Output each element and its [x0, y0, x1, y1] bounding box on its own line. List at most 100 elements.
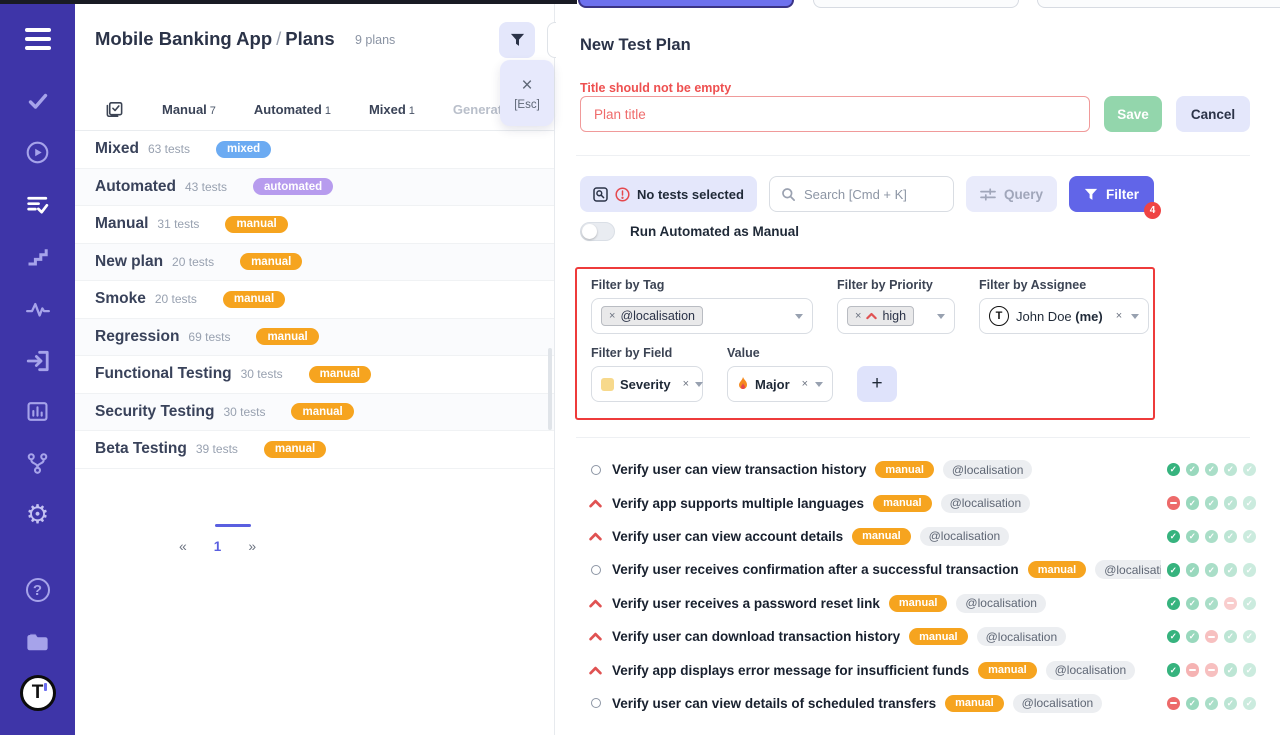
- sidebar-item-settings[interactable]: ⚙: [0, 501, 75, 527]
- run-status-pass: ✓: [1243, 630, 1257, 644]
- test-tag-chip: @localisation: [920, 527, 1010, 546]
- hamburger-icon: [25, 28, 51, 50]
- test-row[interactable]: Verify app supports multiple languages m…: [556, 486, 1280, 519]
- run-status-fail: [1205, 630, 1219, 644]
- test-row[interactable]: Verify user can download transaction his…: [556, 620, 1280, 653]
- help-icon: ?: [26, 578, 50, 602]
- plan-row[interactable]: Regression 69 tests manual: [75, 319, 554, 357]
- plan-row[interactable]: Manual 31 tests manual: [75, 206, 554, 244]
- run-history-dots: ✓✓✓✓: [1167, 687, 1257, 720]
- scrollbar-thumb[interactable]: [548, 348, 552, 430]
- plan-test-count: 20 tests: [172, 255, 214, 269]
- plan-list: Mixed 63 tests mixed Automated 43 tests …: [75, 131, 554, 469]
- filter-tag-select[interactable]: ×@localisation: [591, 298, 813, 334]
- remove-icon[interactable]: ×: [1116, 310, 1122, 322]
- run-status-pass: ✓: [1186, 597, 1200, 611]
- run-history-dots: ✓✓✓✓: [1167, 620, 1257, 653]
- plan-row[interactable]: New plan 20 tests manual: [75, 244, 554, 282]
- test-type-badge: manual: [875, 461, 934, 478]
- top-tab-3[interactable]: [1037, 0, 1280, 8]
- pagination-prev-button[interactable]: «: [179, 538, 187, 554]
- tab-mixed[interactable]: Mixed1: [369, 102, 415, 117]
- filter-button[interactable]: Filter 4: [1069, 176, 1154, 212]
- sidebar-item-runs[interactable]: [0, 140, 75, 165]
- remove-icon[interactable]: ×: [802, 378, 808, 390]
- plan-test-count: 39 tests: [196, 442, 238, 456]
- test-row[interactable]: Verify user can view details of schedule…: [556, 687, 1280, 720]
- plan-row[interactable]: Smoke 20 tests manual: [75, 281, 554, 319]
- sidebar-item-import[interactable]: [0, 348, 75, 374]
- validation-error: Title should not be empty: [580, 81, 731, 95]
- remove-icon[interactable]: ×: [609, 310, 615, 322]
- sidebar-item-test-plans[interactable]: [0, 192, 75, 217]
- filter-value-group: Value Major ×: [727, 346, 833, 402]
- test-row[interactable]: Verify app displays error message for in…: [556, 653, 1280, 686]
- test-row[interactable]: Verify user can view transaction history…: [556, 453, 1280, 486]
- run-automated-toggle[interactable]: [580, 222, 615, 241]
- remove-icon[interactable]: ×: [855, 310, 861, 322]
- plan-row[interactable]: Beta Testing 39 tests manual: [75, 431, 554, 469]
- branch-icon: [25, 451, 50, 476]
- plan-name: Security Testing: [95, 403, 214, 421]
- plan-row[interactable]: Security Testing 30 tests manual: [75, 394, 554, 432]
- search-close-popover[interactable]: × [Esc]: [500, 60, 554, 126]
- pagination-next-button[interactable]: »: [248, 538, 256, 554]
- filter-priority-select[interactable]: × high: [837, 298, 955, 334]
- test-row[interactable]: Verify user receives confirmation after …: [556, 553, 1280, 586]
- sidebar-item-help[interactable]: ?: [0, 578, 75, 602]
- run-status-pass: ✓: [1186, 463, 1200, 477]
- alert-icon: [615, 187, 630, 202]
- sidebar-item-milestones[interactable]: [0, 245, 75, 269]
- value-label: Value: [727, 346, 833, 360]
- add-filter-button[interactable]: +: [857, 366, 897, 402]
- tests-search-input[interactable]: Search [Cmd + K]: [769, 176, 954, 212]
- test-content: Verify user receives confirmation after …: [556, 560, 1161, 579]
- test-row[interactable]: Verify user can view account details man…: [556, 520, 1280, 553]
- plan-type-badge: manual: [240, 253, 302, 270]
- remove-icon[interactable]: ×: [683, 378, 689, 390]
- breadcrumb-project[interactable]: Mobile Banking App: [95, 28, 272, 49]
- run-status-fail: [1186, 663, 1200, 677]
- divider: [576, 437, 1250, 438]
- menu-icon[interactable]: [0, 28, 75, 50]
- plan-type-badge: manual: [223, 291, 285, 308]
- filter-assignee-select[interactable]: T John Doe (me) ×: [979, 298, 1149, 334]
- select-all-icon[interactable]: [105, 100, 124, 119]
- sidebar-item-tests[interactable]: [0, 89, 75, 113]
- folder-icon: [24, 628, 51, 655]
- tab-automated[interactable]: Automated1: [254, 102, 331, 117]
- filter-field-select[interactable]: Severity ×: [591, 366, 703, 402]
- sidebar-item-branches[interactable]: [0, 451, 75, 476]
- test-content: Verify app displays error message for in…: [556, 661, 1135, 680]
- test-title: Verify user can view transaction history: [612, 462, 866, 477]
- no-tests-selected-chip[interactable]: No tests selected: [580, 176, 757, 212]
- filter-value-select[interactable]: Major ×: [727, 366, 833, 402]
- test-content: Verify user receives a password reset li…: [556, 594, 1046, 613]
- close-icon[interactable]: ×: [521, 76, 532, 95]
- top-tab-2[interactable]: [813, 0, 1019, 8]
- run-status-pass: ✓: [1243, 697, 1257, 711]
- plan-title-input[interactable]: [580, 96, 1090, 132]
- sidebar-item-projects[interactable]: [0, 628, 75, 655]
- sidebar-item-analytics[interactable]: [0, 399, 75, 424]
- save-button[interactable]: Save: [1104, 96, 1162, 132]
- test-tag-chip: @localisation: [941, 494, 1031, 513]
- plans-filter-button[interactable]: [499, 22, 535, 58]
- test-row[interactable]: Verify user receives a password reset li…: [556, 587, 1280, 620]
- query-button[interactable]: Query: [966, 176, 1057, 212]
- app-logo[interactable]: T: [0, 675, 75, 711]
- tab-manual[interactable]: Manual7: [162, 102, 216, 117]
- run-status-pass: ✓: [1167, 630, 1181, 644]
- plan-row[interactable]: Functional Testing 30 tests manual: [75, 356, 554, 394]
- sidebar-item-pulse[interactable]: [0, 297, 75, 323]
- run-status-pass: ✓: [1186, 496, 1200, 510]
- funnel-icon: [510, 33, 525, 47]
- run-status-pass: ✓: [1167, 597, 1181, 611]
- plan-row[interactable]: Mixed 63 tests mixed: [75, 131, 554, 169]
- priority-normal-icon: [588, 698, 603, 708]
- cancel-button[interactable]: Cancel: [1176, 96, 1250, 132]
- top-tab-active[interactable]: [578, 0, 794, 8]
- pagination-page-1[interactable]: 1: [214, 539, 222, 554]
- new-test-plan-panel: New Test Plan Title should not be empty …: [556, 0, 1280, 735]
- plan-row[interactable]: Automated 43 tests automated: [75, 169, 554, 207]
